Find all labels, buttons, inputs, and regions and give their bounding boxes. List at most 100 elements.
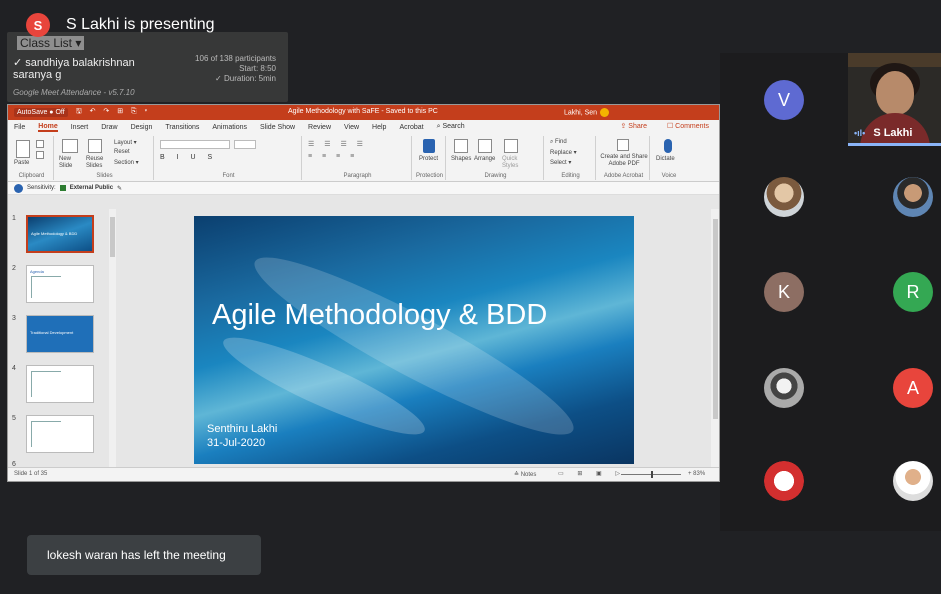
participant-photo[interactable] bbox=[764, 461, 804, 501]
group-label: Font bbox=[222, 173, 235, 179]
tab-design[interactable]: Design bbox=[131, 124, 153, 131]
slide-author[interactable]: Senthiru Lakhi bbox=[207, 423, 277, 435]
group-label: Protection bbox=[415, 173, 443, 179]
participant-photo[interactable] bbox=[893, 461, 933, 501]
thumbnail-slide-4[interactable] bbox=[26, 365, 94, 403]
quick-access-toolbar[interactable]: 🖫 ↶ ↷ ⊞ ⎘ ▾ bbox=[76, 107, 150, 118]
edit-pencil-icon[interactable]: ✎ bbox=[117, 185, 122, 192]
layout-button[interactable]: Layout ▾ bbox=[114, 139, 137, 146]
tab-acrobat[interactable]: Acrobat bbox=[399, 124, 423, 131]
thumb-content bbox=[31, 421, 61, 447]
tab-transitions[interactable]: Transitions bbox=[165, 124, 199, 131]
protect-icon[interactable] bbox=[423, 139, 435, 153]
user-account[interactable]: Lakhi, Sen bbox=[564, 108, 610, 117]
notes-button[interactable]: ≙ Notes bbox=[514, 471, 536, 478]
tab-slide-show[interactable]: Slide Show bbox=[260, 124, 295, 131]
canvas-scrollbar[interactable] bbox=[711, 209, 719, 467]
thumbnail-item[interactable]: 2 Agenda bbox=[12, 265, 107, 311]
reuse-slides-icon[interactable] bbox=[88, 139, 102, 153]
thumb-number: 1 bbox=[12, 215, 16, 222]
clipboard-group: Paste Clipboard bbox=[10, 136, 54, 180]
protect-button[interactable]: Protect bbox=[419, 156, 438, 162]
arrange-icon[interactable] bbox=[478, 139, 492, 153]
tab-search[interactable]: ⌕ Search bbox=[437, 123, 465, 131]
thumbnail-item[interactable]: 5 bbox=[12, 415, 107, 461]
thumbnail-slide-2[interactable]: Agenda bbox=[26, 265, 94, 303]
adobe-acrobat-group: Create and Share Adobe PDF Adobe Acrobat bbox=[598, 136, 650, 180]
microphone-icon[interactable] bbox=[664, 139, 672, 153]
current-slide[interactable]: Agile Methodology & BDD Senthiru Lakhi 3… bbox=[194, 216, 634, 464]
zoom-level[interactable]: + 83% bbox=[688, 471, 705, 477]
status-bar: Slide 1 of 35 ≙ Notes ▭ ⊞ ▣ ▷ + 83% bbox=[8, 467, 719, 481]
reuse-slides-button[interactable]: Reuse Slides bbox=[86, 156, 110, 170]
thumbnail-slide-1[interactable]: Agile Methodology & BDD bbox=[26, 215, 94, 253]
create-pdf-icon[interactable] bbox=[617, 139, 629, 151]
thumb-number: 2 bbox=[12, 265, 16, 272]
participant-avatar[interactable]: V bbox=[764, 80, 804, 120]
reset-button[interactable]: Reset bbox=[114, 149, 130, 155]
new-slide-icon[interactable] bbox=[62, 139, 78, 153]
thumbnails-scrollbar[interactable] bbox=[109, 209, 116, 467]
thumbnail-slide-3[interactable]: Traditional Development bbox=[26, 315, 94, 353]
label-color-icon bbox=[59, 185, 66, 191]
drawing-group: Shapes Arrange Quick Styles Drawing bbox=[448, 136, 544, 180]
participant-photo[interactable] bbox=[764, 368, 804, 408]
quick-styles-button[interactable]: Quick Styles bbox=[502, 156, 526, 170]
participant-avatar[interactable]: K bbox=[764, 272, 804, 312]
list-buttons[interactable]: ☰ ☰ ☰ ☰ bbox=[308, 140, 367, 148]
participant-photo[interactable] bbox=[893, 177, 933, 217]
slide-date[interactable]: 31-Jul-2020 bbox=[207, 437, 265, 449]
select-button[interactable]: Select ▾ bbox=[550, 159, 571, 166]
tab-animations[interactable]: Animations bbox=[212, 124, 247, 131]
thumb-content bbox=[31, 276, 61, 298]
thumbnail-item[interactable]: 1 Agile Methodology & BDD bbox=[12, 215, 107, 261]
slides-group: New Slide Reuse Slides Layout ▾ Reset Se… bbox=[56, 136, 154, 180]
tab-home[interactable]: Home bbox=[38, 123, 58, 132]
replace-button[interactable]: Replace ▾ bbox=[550, 149, 577, 156]
class-list-panel[interactable]: Class List ▾ ✓ sandhiya balakrishnan sar… bbox=[7, 32, 288, 102]
slide-thumbnails-pane: 1 Agile Methodology & BDD 2 Agenda 3 Tra… bbox=[8, 209, 116, 468]
slide-title[interactable]: Agile Methodology & BDD bbox=[212, 299, 547, 332]
tab-draw[interactable]: Draw bbox=[101, 124, 117, 131]
font-name-field[interactable] bbox=[160, 140, 230, 149]
cut-icon[interactable] bbox=[36, 140, 44, 148]
share-button[interactable]: ⇪ Share bbox=[621, 122, 648, 130]
tab-help[interactable]: Help bbox=[372, 124, 386, 131]
zoom-slider-handle[interactable] bbox=[651, 471, 653, 478]
font-format-buttons[interactable]: B I U S bbox=[160, 154, 217, 161]
autosave-toggle[interactable]: AutoSave ● Off bbox=[14, 108, 68, 117]
participant-photo[interactable] bbox=[764, 177, 804, 217]
font-size-field[interactable] bbox=[234, 140, 256, 149]
shared-powerpoint-window: AutoSave ● Off 🖫 ↶ ↷ ⊞ ⎘ ▾ Agile Methodo… bbox=[7, 104, 720, 482]
sensitivity-value[interactable]: External Public bbox=[70, 185, 113, 191]
thumbnail-item[interactable]: 3 Traditional Development bbox=[12, 315, 107, 361]
dictate-button[interactable]: Dictate bbox=[656, 156, 675, 162]
shapes-icon[interactable] bbox=[454, 139, 468, 153]
participant-avatar[interactable]: A bbox=[893, 368, 933, 408]
quick-styles-icon[interactable] bbox=[504, 139, 518, 153]
comments-button[interactable]: ☐ Comments bbox=[667, 122, 709, 130]
tab-view[interactable]: View bbox=[344, 124, 359, 131]
attendance-stats: 106 of 138 participants Start: 8:50 ✓ Du… bbox=[195, 54, 276, 84]
participant-avatar[interactable]: R bbox=[893, 272, 933, 312]
tab-insert[interactable]: Insert bbox=[71, 124, 89, 131]
view-buttons[interactable]: ▭ ⊞ ▣ ▷ bbox=[558, 470, 626, 477]
tab-review[interactable]: Review bbox=[308, 124, 331, 131]
create-pdf-button[interactable]: Create and Share Adobe PDF bbox=[600, 154, 648, 168]
thumbnail-item[interactable]: 4 bbox=[12, 365, 107, 411]
section-button[interactable]: Section ▾ bbox=[114, 159, 139, 166]
align-buttons[interactable]: ≡ ≡ ≡ ≡ bbox=[308, 153, 358, 160]
thumbnail-slide-5[interactable] bbox=[26, 415, 94, 453]
new-slide-button[interactable]: New Slide bbox=[59, 156, 85, 170]
find-button[interactable]: ⌕ Find bbox=[550, 139, 567, 146]
speaking-icon: •ıl• bbox=[854, 128, 866, 138]
paste-icon[interactable] bbox=[16, 140, 30, 158]
presenter-video-tile[interactable]: •ıl• S Lakhi bbox=[848, 53, 941, 146]
shapes-button[interactable]: Shapes bbox=[451, 156, 471, 162]
arrange-button[interactable]: Arrange bbox=[474, 156, 495, 162]
tab-file[interactable]: File bbox=[14, 124, 25, 131]
presenter-avatar: S bbox=[26, 13, 50, 37]
presenting-banner: S S Lakhi is presenting bbox=[26, 11, 215, 39]
copy-icon[interactable] bbox=[36, 151, 44, 159]
paste-button[interactable]: Paste bbox=[14, 160, 29, 166]
